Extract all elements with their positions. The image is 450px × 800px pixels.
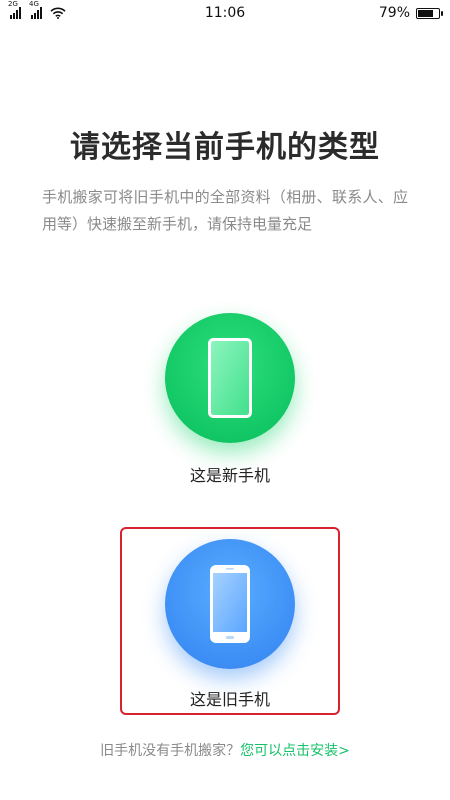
description-text: 手机搬家可将旧手机中的全部资料（相册、联系人、应用等）快速搬至新手机，请保持电量…: [42, 188, 408, 233]
status-time: 11:06: [204, 5, 246, 21]
new-phone-option[interactable]: 这是新手机: [120, 300, 340, 488]
battery-icon: [416, 7, 443, 19]
old-phone-label: 这是旧手机: [189, 690, 270, 709]
phone-icon: [208, 338, 252, 418]
old-phone-option[interactable]: 这是旧手机: [120, 527, 340, 715]
old-phone-circle[interactable]: [165, 539, 295, 669]
footer-prompt: 旧手机没有手机搬家？: [100, 743, 241, 759]
new-phone-label: 这是新手机: [189, 466, 270, 485]
battery-fill: [418, 9, 433, 17]
install-link[interactable]: 您可以点击安装>: [240, 743, 350, 759]
phone-icon: [210, 565, 250, 643]
page-title: 请选择当前手机的类型: [70, 130, 380, 165]
new-phone-circle[interactable]: [165, 313, 295, 443]
footer: 旧手机没有手机搬家？您可以点击安装>: [0, 740, 450, 760]
status-bar: 2G 4G 11:06 79%: [0, 0, 450, 26]
